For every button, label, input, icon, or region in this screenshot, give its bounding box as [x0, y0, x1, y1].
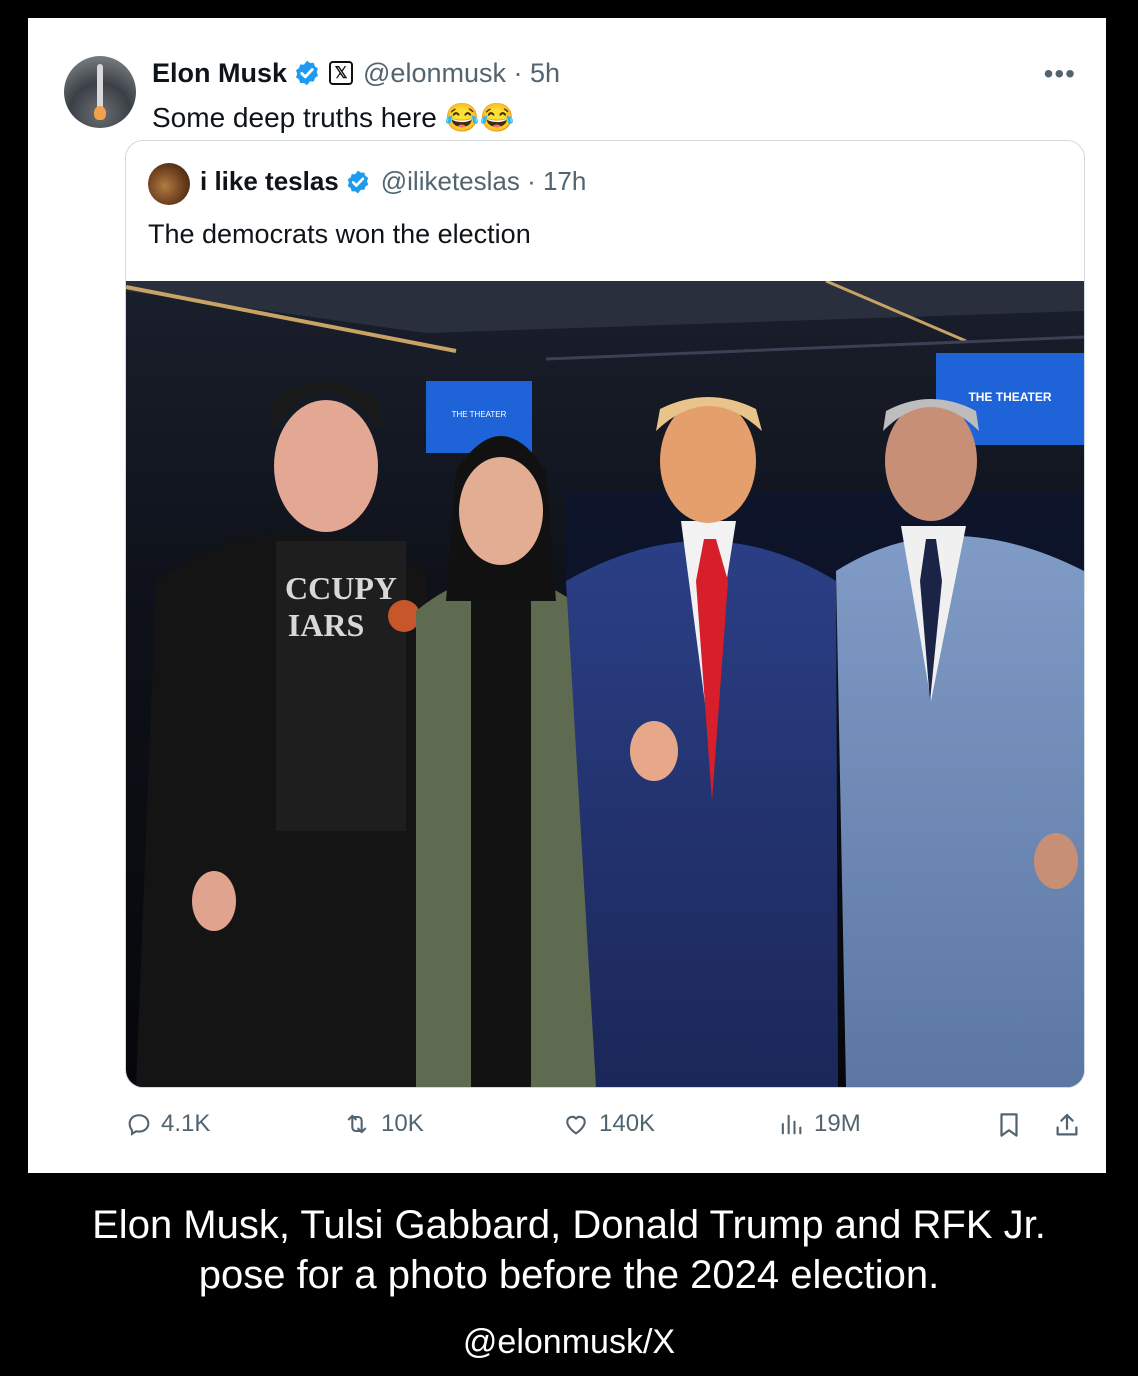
share-icon [1056, 1113, 1078, 1136]
quoted-tweet[interactable]: i like teslas @iliketeslas · 17h The dem… [125, 140, 1085, 1088]
heart-icon [566, 1115, 586, 1135]
tweet-card: Elon Musk 𝕏 @elonmusk · 5h ••• Some deep… [28, 18, 1106, 1173]
author-avatar[interactable] [64, 56, 136, 128]
image-caption: Elon Musk, Tulsi Gabbard, Donald Trump a… [0, 1200, 1138, 1300]
like-count: 140K [599, 1110, 656, 1137]
reply-count: 4.1K [161, 1110, 211, 1137]
more-options-icon[interactable]: ••• [1044, 58, 1076, 90]
quoted-tweet-text: The democrats won the election [148, 219, 531, 249]
quoted-author-handle[interactable]: @iliketeslas · 17h [381, 166, 587, 197]
verified-badge-icon [347, 170, 368, 193]
reply-icon [128, 1114, 150, 1136]
image-credit: @elonmusk/X [462, 1323, 676, 1361]
views-button[interactable]: 19M [776, 1110, 861, 1138]
caption-line-1: Elon Musk, Tulsi Gabbard, Donald Trump a… [92, 1203, 1046, 1247]
reply-button[interactable]: 4.1K [125, 1110, 210, 1138]
quoted-photo[interactable]: THE THEATER THE THEATER CCUPY IARS [126, 281, 1084, 1087]
tweet-header: Elon Musk 𝕏 @elonmusk · 5h [152, 56, 560, 90]
tweet-text: Some deep truths here 😂😂 [152, 102, 515, 133]
svg-text:THE THEATER: THE THEATER [968, 390, 1051, 404]
rocket-flame-graphic [94, 106, 106, 120]
quoted-header: i like teslas @iliketeslas · 17h [200, 166, 586, 197]
views-count: 19M [814, 1110, 861, 1137]
quoted-author-avatar[interactable] [148, 163, 190, 205]
svg-text:IARS: IARS [288, 607, 364, 643]
author-name[interactable]: Elon Musk [152, 58, 287, 89]
x-affiliation-icon: 𝕏 [329, 61, 354, 85]
bookmark-icon [1000, 1113, 1018, 1137]
author-handle[interactable]: @elonmusk · 5h [363, 58, 560, 89]
svg-text:THE THEATER: THE THEATER [452, 410, 507, 419]
bookmark-button[interactable] [994, 1110, 1032, 1140]
verified-badge-icon [296, 60, 318, 86]
svg-text:CCUPY: CCUPY [285, 570, 397, 606]
person-1: CCUPY IARS [136, 381, 436, 1087]
like-button[interactable]: 140K [561, 1110, 655, 1138]
views-chart-icon [781, 1114, 802, 1135]
repost-button[interactable]: 10K [341, 1110, 424, 1138]
caption-line-2: pose for a photo before the 2024 electio… [198, 1253, 940, 1297]
rocket-graphic [97, 64, 103, 110]
repost-count: 10K [381, 1110, 424, 1137]
repost-icon [347, 1114, 367, 1134]
share-button[interactable] [1052, 1110, 1090, 1140]
quoted-author-name[interactable]: i like teslas [200, 166, 339, 197]
photo-illustration: THE THEATER THE THEATER CCUPY IARS [126, 281, 1084, 1087]
tweet-actions-bar: 4.1K 10K 140K 19M [28, 1110, 1106, 1150]
